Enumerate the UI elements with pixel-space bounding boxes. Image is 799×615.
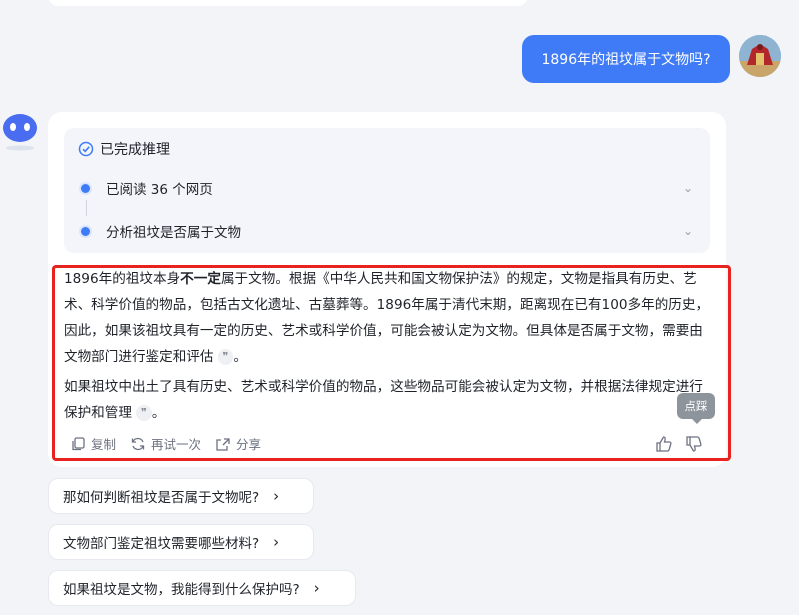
step-label: 已阅读 36 个网页 bbox=[106, 182, 213, 198]
thumbs-down-icon[interactable] bbox=[684, 434, 704, 454]
avatar-image bbox=[739, 35, 781, 77]
reasoning-step-read[interactable]: 已阅读 36 个网页 ⌄ bbox=[78, 178, 693, 198]
step-connector bbox=[86, 200, 87, 216]
step-dot-icon bbox=[81, 226, 90, 236]
copy-button[interactable]: 复制 bbox=[70, 434, 116, 453]
step-dot-icon bbox=[81, 183, 90, 193]
chevron-right-icon: › bbox=[273, 533, 280, 551]
thumbs-up-icon[interactable] bbox=[654, 434, 674, 454]
user-message-text: 1896年的祖坟属于文物吗? bbox=[541, 52, 711, 68]
dislike-tooltip: 点踩 bbox=[677, 393, 715, 424]
chevron-down-icon[interactable]: ⌄ bbox=[683, 181, 693, 195]
reasoning-title[interactable]: 已完成推理 bbox=[78, 139, 170, 159]
user-avatar[interactable] bbox=[739, 35, 781, 77]
user-message-bubble: 1896年的祖坟属于文物吗? bbox=[522, 35, 730, 83]
retry-label: 再试一次 bbox=[151, 437, 202, 452]
share-icon bbox=[216, 437, 230, 451]
suggestion-item[interactable]: 如果祖坟是文物，我能得到什么保护吗? › bbox=[48, 570, 356, 606]
suggestion-item[interactable]: 文物部门鉴定祖坟需要哪些材料? › bbox=[48, 524, 314, 560]
suggestion-label: 文物部门鉴定祖坟需要哪些材料? bbox=[63, 536, 260, 552]
assistant-avatar bbox=[0, 110, 40, 154]
robot-icon bbox=[3, 114, 37, 151]
chevron-down-icon[interactable]: ⌄ bbox=[683, 224, 693, 238]
feedback-buttons bbox=[654, 434, 704, 454]
share-label: 分享 bbox=[236, 437, 262, 452]
suggestion-label: 如果祖坟是文物，我能得到什么保护吗? bbox=[63, 582, 300, 598]
suggestion-label: 那如何判断祖坟是否属于文物呢? bbox=[63, 490, 260, 506]
previous-message-card bbox=[48, 0, 528, 6]
copy-label: 复制 bbox=[91, 437, 117, 452]
retry-button[interactable]: 再试一次 bbox=[130, 434, 201, 453]
answer-action-bar: 复制 再试一次 分享 bbox=[70, 434, 261, 453]
share-button[interactable]: 分享 bbox=[215, 434, 261, 453]
chevron-right-icon: › bbox=[313, 579, 320, 597]
check-circle-icon bbox=[78, 141, 94, 157]
highlight-frame bbox=[52, 265, 731, 461]
reasoning-title-label: 已完成推理 bbox=[100, 142, 170, 158]
refresh-icon bbox=[131, 437, 145, 450]
copy-icon bbox=[72, 436, 85, 450]
chevron-right-icon: › bbox=[273, 487, 280, 505]
reasoning-step-analyze[interactable]: 分析祖坟是否属于文物 ⌄ bbox=[78, 221, 693, 241]
suggestion-item[interactable]: 那如何判断祖坟是否属于文物呢? › bbox=[48, 478, 314, 514]
step-label: 分析祖坟是否属于文物 bbox=[106, 225, 241, 241]
